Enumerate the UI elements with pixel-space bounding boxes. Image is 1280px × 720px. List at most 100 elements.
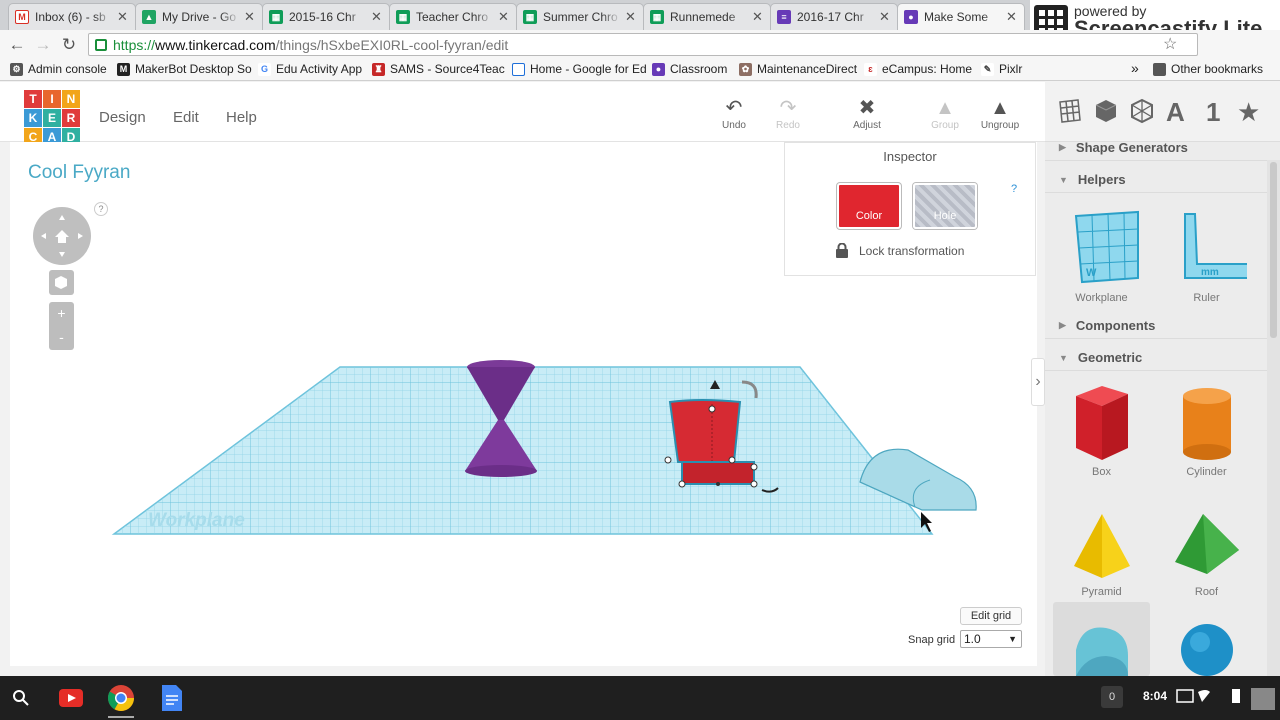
snap-grid-select[interactable]: 1.0 ▼: [960, 630, 1022, 648]
sidebar-scrollbar[interactable]: [1267, 160, 1280, 676]
browser-tab[interactable]: M Inbox (6) - sb ✕: [8, 3, 136, 30]
shape-half-cylinder[interactable]: [1049, 620, 1154, 680]
zoom-out-button[interactable]: -: [49, 326, 74, 350]
browser-tab[interactable]: ▦ 2015-16 Chr ✕: [262, 3, 390, 30]
drive-icon: ▲: [142, 10, 156, 24]
shape-ruler[interactable]: mm Ruler: [1154, 208, 1259, 304]
bookmark-star-icon[interactable]: ☆: [1163, 34, 1177, 54]
clock[interactable]: 8:04: [1143, 689, 1167, 703]
menu-design[interactable]: Design: [99, 109, 146, 126]
bookmark-item[interactable]: Home - Google for Ed: [512, 62, 647, 76]
cylinder-shape-icon: [1182, 388, 1231, 460]
group-label: Group: [931, 120, 959, 131]
back-arrow-icon[interactable]: ←: [4, 35, 30, 55]
close-tab-icon[interactable]: ✕: [371, 9, 383, 25]
menu-edit[interactable]: Edit: [173, 109, 199, 126]
close-tab-icon[interactable]: ✕: [879, 9, 891, 25]
close-tab-icon[interactable]: ✕: [752, 9, 764, 25]
edit-grid-button[interactable]: Edit grid: [960, 607, 1022, 625]
docs-icon[interactable]: [157, 683, 187, 713]
double-cone-shape[interactable]: [465, 360, 537, 477]
inspector-help-icon[interactable]: ?: [1011, 183, 1017, 195]
shape-roof[interactable]: Roof: [1154, 510, 1259, 598]
browser-tab[interactable]: ▲ My Drive - Go ✕: [135, 3, 263, 30]
ortho-view-button[interactable]: [49, 270, 74, 295]
home-view-icon[interactable]: [33, 207, 91, 265]
section-helpers[interactable]: ▼ Helpers: [1045, 167, 1267, 193]
zoom-in-button[interactable]: +: [49, 302, 74, 326]
shape-workplane[interactable]: W Workplane: [1049, 208, 1154, 304]
notification-count-badge[interactable]: 0: [1101, 686, 1123, 708]
tab-label: My Drive - Go: [162, 10, 237, 24]
bookmark-item[interactable]: ɛ eCampus: Home: [864, 62, 972, 76]
redo-button[interactable]: ↷ Redo: [758, 98, 818, 131]
bookmark-item[interactable]: ♜ SAMS - Source4Teac: [372, 62, 505, 76]
bookmark-label: eCampus: Home: [882, 62, 973, 76]
bookmark-item[interactable]: ● Classroom: [652, 62, 727, 76]
bookmark-item[interactable]: ✿ MaintenanceDirect: [739, 62, 857, 76]
scrollbar-thumb[interactable]: [1270, 162, 1277, 338]
close-tab-icon[interactable]: ✕: [625, 9, 637, 25]
shape-box[interactable]: Box: [1049, 382, 1154, 478]
letter-a-icon[interactable]: A: [1166, 98, 1185, 126]
close-tab-icon[interactable]: ✕: [244, 9, 256, 25]
bookmarks-bar: ⚙ Admin console M MakerBot Desktop So G …: [0, 59, 1280, 81]
system-tray-icons[interactable]: [1176, 688, 1276, 710]
shape-label: Box: [1092, 466, 1111, 478]
workplane-grid[interactable]: [111, 366, 934, 535]
close-tab-icon[interactable]: ✕: [498, 9, 510, 25]
color-swatch-button[interactable]: Color: [837, 183, 901, 229]
star-icon[interactable]: ★: [1237, 98, 1260, 126]
bookmark-item[interactable]: ✎ Pixlr: [981, 62, 1022, 76]
browser-tab[interactable]: ▦ Runnemede ✕: [643, 3, 771, 30]
logo-letter: E: [43, 109, 61, 127]
half-cylinder-shape[interactable]: [859, 448, 977, 511]
section-geometric[interactable]: ▼ Geometric: [1045, 345, 1267, 371]
browser-tab-active[interactable]: ● Make Some ✕: [897, 3, 1025, 30]
undo-button[interactable]: ↶ Undo: [704, 98, 764, 131]
launcher-search-icon[interactable]: [6, 683, 36, 713]
bookmark-item[interactable]: ⚙ Admin console: [10, 62, 107, 76]
ruler-shape-icon: mm: [1183, 213, 1247, 279]
forward-arrow-icon[interactable]: →: [30, 35, 56, 55]
browser-tab[interactable]: ▦ Teacher Chro ✕: [389, 3, 517, 30]
adjust-button[interactable]: ✖ Adjust: [837, 98, 897, 131]
browser-tab[interactable]: ≡ 2016-17 Chr ✕: [770, 3, 898, 30]
menu-help[interactable]: Help: [226, 109, 257, 126]
shape-pyramid[interactable]: Pyramid: [1049, 510, 1154, 598]
youtube-icon[interactable]: [56, 683, 86, 713]
ungroup-button[interactable]: ▲ Ungroup: [970, 98, 1030, 131]
shape-cylinder[interactable]: Cylinder: [1154, 382, 1259, 478]
tinkercad-logo[interactable]: T I N K E R C A D: [24, 90, 80, 146]
bookmark-item[interactable]: G Edu Activity App: [258, 62, 362, 76]
lock-transformation-toggle[interactable]: Lock transformation: [835, 243, 964, 258]
browser-tab[interactable]: ▦ Summer Chro ✕: [516, 3, 644, 30]
reload-icon[interactable]: ↻: [56, 35, 82, 55]
hole-button[interactable]: Hole: [913, 183, 977, 229]
bookmark-item[interactable]: M MakerBot Desktop So: [117, 62, 252, 76]
section-components[interactable]: ▶ Components: [1045, 313, 1267, 339]
collapse-panel-button[interactable]: ›: [1031, 358, 1045, 406]
sphere-icon[interactable]: [1130, 98, 1154, 124]
cube-icon[interactable]: [1094, 98, 1118, 124]
help-icon[interactable]: ?: [94, 202, 108, 216]
close-tab-icon[interactable]: ✕: [117, 9, 129, 25]
section-shape-generators[interactable]: ▶ Shape Generators: [1045, 135, 1267, 161]
other-bookmarks[interactable]: Other bookmarks: [1153, 62, 1263, 76]
ungroup-icon: ▲: [990, 97, 1010, 119]
selected-red-shape[interactable]: [664, 380, 779, 493]
view-navigation-control[interactable]: [33, 207, 91, 265]
chrome-icon[interactable]: [106, 683, 136, 713]
bookmarks-overflow-button[interactable]: »: [1131, 60, 1139, 76]
project-title[interactable]: Cool Fyyran: [28, 162, 130, 184]
address-bar[interactable]: https:// www.tinkercad.com /things/hSxbe…: [88, 33, 1198, 56]
close-tab-icon[interactable]: ✕: [1006, 9, 1018, 25]
grid-icon[interactable]: [1058, 98, 1082, 124]
section-label: Helpers: [1077, 172, 1126, 187]
group-button[interactable]: ▲ Group: [915, 98, 975, 131]
tab-label: Summer Chro: [543, 10, 618, 24]
number-one-icon[interactable]: 1: [1206, 98, 1220, 126]
os-taskbar: [0, 676, 1280, 720]
shape-sphere[interactable]: [1154, 620, 1259, 680]
snap-grid-value: 1.0: [964, 632, 981, 646]
